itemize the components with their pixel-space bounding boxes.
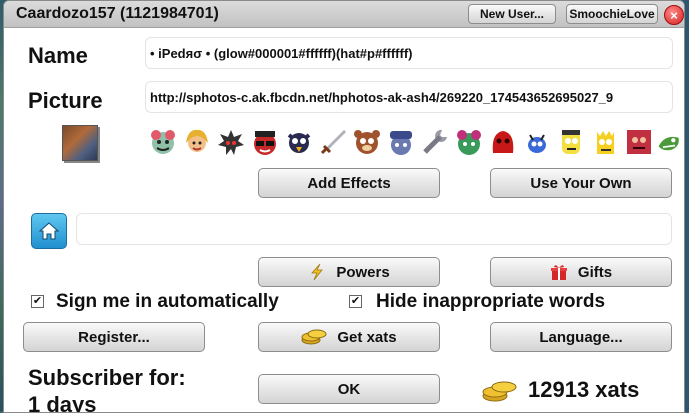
sign-in-auto-label: Sign me in automatically: [56, 291, 279, 312]
blue-bug-smiley-icon[interactable]: [522, 127, 552, 157]
powers-button[interactable]: Powers: [258, 257, 440, 287]
powers-label: Powers: [336, 263, 390, 281]
picture-label: Picture: [28, 88, 103, 113]
plant-smiley-icon[interactable]: [148, 127, 178, 157]
language-button[interactable]: Language...: [490, 322, 672, 352]
cop-smiley-icon[interactable]: [386, 127, 416, 157]
subscriber-label: Subscriber for:: [28, 365, 186, 390]
subscriber-days: 1 days: [28, 392, 97, 413]
wrench-smiley-icon[interactable]: [420, 127, 450, 157]
home-button[interactable]: [31, 213, 67, 249]
get-xats-label: Get xats: [337, 328, 397, 346]
yellow-man-smiley-icon[interactable]: [556, 127, 586, 157]
add-effects-button[interactable]: Add Effects: [258, 168, 440, 198]
new-user-button[interactable]: New User...: [468, 4, 556, 24]
sign-in-auto-checkbox[interactable]: ✔: [31, 295, 44, 308]
hide-words-checkbox[interactable]: ✔: [349, 295, 362, 308]
xats-balance: 12913 xats: [482, 377, 639, 403]
sunglasses-smiley-icon[interactable]: [250, 127, 280, 157]
bear-smiley-icon[interactable]: [352, 127, 382, 157]
dark-bird-smiley-icon[interactable]: [284, 127, 314, 157]
name-label: Name: [28, 43, 88, 68]
close-button[interactable]: ×: [664, 5, 684, 25]
sword-smiley-icon[interactable]: [318, 127, 348, 157]
picture-url-input[interactable]: http://sphotos-c.ak.fbcdn.net/hphotos-ak…: [145, 81, 673, 113]
lizard-smiley-icon[interactable]: [656, 127, 682, 157]
get-xats-button[interactable]: Get xats: [258, 322, 440, 352]
use-your-own-button[interactable]: Use Your Own: [490, 168, 672, 198]
window-title: Caardozo157 (1121984701): [16, 5, 219, 22]
profile-dialog: Caardozo157 (1121984701) New User... Smo…: [3, 0, 685, 413]
home-icon: [38, 222, 60, 240]
homepage-input[interactable]: [76, 213, 672, 245]
xats-balance-value: 12913 xats: [528, 377, 640, 402]
blonde-smiley-icon[interactable]: [182, 127, 212, 157]
red-face-smiley-icon[interactable]: [624, 127, 654, 157]
gift-icon: [550, 263, 568, 281]
coins-icon: [301, 328, 327, 346]
xats-coins-icon: [482, 377, 518, 403]
ok-button[interactable]: OK: [258, 374, 440, 404]
name-input[interactable]: • iPedяσ • (glow#000001#ffffff)(hat#p#ff…: [145, 37, 673, 69]
gifts-label: Gifts: [577, 263, 613, 281]
bush-smiley-icon[interactable]: [454, 127, 484, 157]
avatar: [62, 125, 98, 161]
hide-words-label: Hide inappropriate words: [376, 291, 606, 312]
bart-smiley-icon[interactable]: [590, 127, 620, 157]
red-blob-smiley-icon[interactable]: [488, 127, 518, 157]
title-bar: Caardozo157 (1121984701) New User... Smo…: [4, 1, 684, 28]
gifts-button[interactable]: Gifts: [490, 257, 672, 287]
smoochie-love-button[interactable]: SmoochieLove: [566, 4, 658, 24]
register-button[interactable]: Register...: [23, 322, 205, 352]
spiky-smiley-icon[interactable]: [216, 127, 246, 157]
lightning-icon: [308, 263, 326, 281]
